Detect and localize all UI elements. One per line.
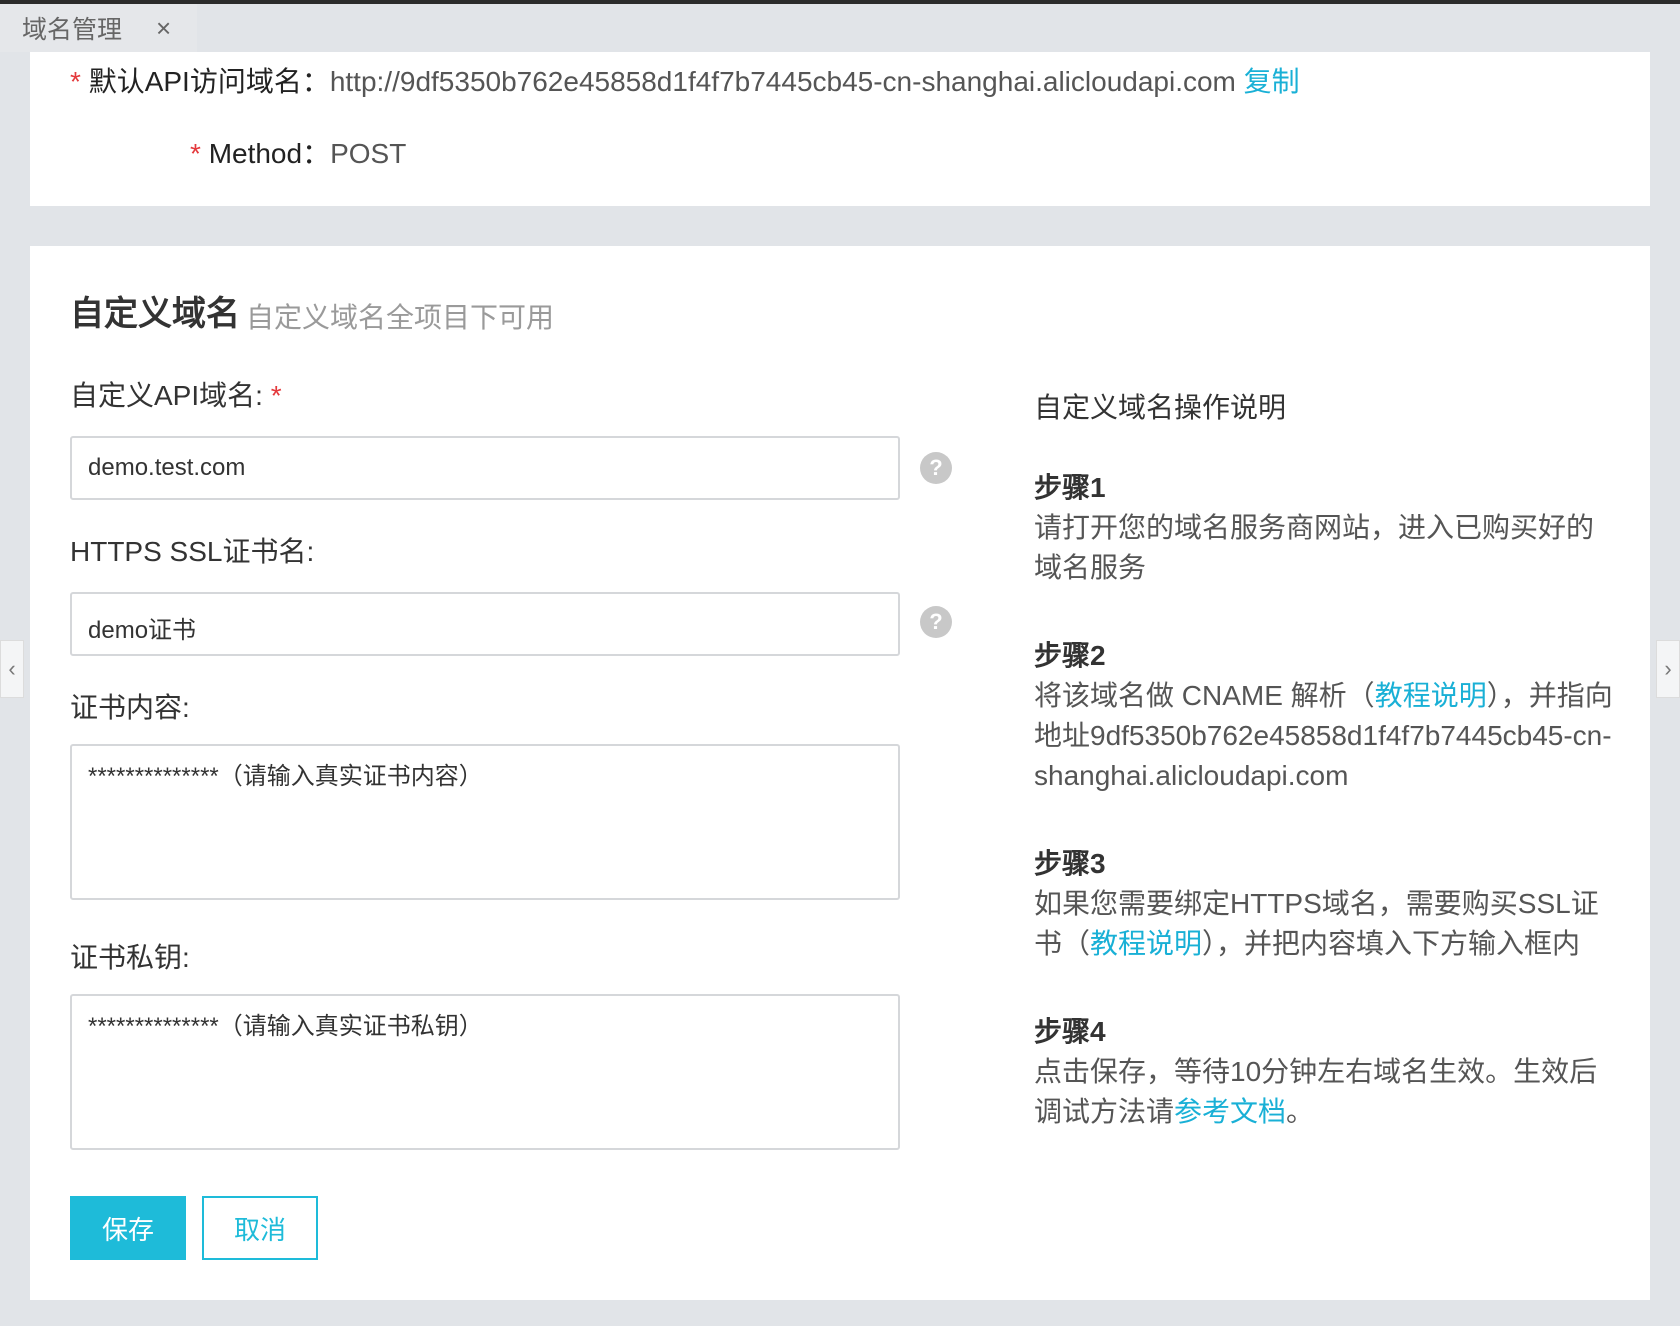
step-title: 步骤1 bbox=[1034, 472, 1106, 503]
api-domain-input[interactable]: demo.test.com bbox=[70, 436, 900, 500]
method-label: Method： bbox=[208, 138, 331, 169]
ssl-name-value: demo证书 bbox=[88, 617, 197, 644]
section-subtitle: 自定义域名全项目下可用 bbox=[246, 302, 555, 333]
tutorial-link[interactable]: 教程说明 bbox=[1375, 680, 1487, 711]
step-title: 步骤2 bbox=[1034, 640, 1106, 671]
default-api-label: 默认API访问域名： bbox=[88, 66, 330, 97]
reference-doc-link[interactable]: 参考文档 bbox=[1174, 1096, 1286, 1127]
ssl-name-input[interactable]: demo证书 bbox=[70, 592, 900, 656]
api-domain-label: 自定义API域名: bbox=[70, 380, 263, 411]
method-value: POST bbox=[330, 138, 407, 169]
default-domain-card: * 默认API访问域名：http://9df5350b762e45858d1f4… bbox=[30, 52, 1650, 206]
step-title: 步骤3 bbox=[1034, 848, 1106, 879]
copy-link[interactable]: 复制 bbox=[1244, 66, 1300, 97]
tab-label: 域名管理 bbox=[22, 16, 123, 44]
chevron-left-icon[interactable]: ‹ bbox=[0, 640, 24, 698]
guide-title: 自定义域名操作说明 bbox=[1034, 392, 1287, 423]
cert-content-textarea[interactable]: **************（请输入真实证书内容） bbox=[70, 744, 900, 900]
ssl-name-label: HTTPS SSL证书名: bbox=[70, 536, 315, 567]
help-icon[interactable]: ? bbox=[920, 606, 952, 638]
api-domain-label-row: 自定义API域名: * bbox=[70, 374, 282, 414]
method-row: * Method：POST bbox=[190, 132, 406, 172]
cert-content-label: 证书内容: bbox=[70, 692, 190, 723]
guide-step-4: 步骤4 点击保存，等待10分钟左右域名生效。生效后调试方法请参考文档。 bbox=[1034, 1012, 1614, 1132]
default-api-row: * 默认API访问域名：http://9df5350b762e45858d1f4… bbox=[70, 60, 1300, 100]
step-text: 如果您需要绑定HTTPS域名，需要购买SSL证书（教程说明），并把内容填入下方输… bbox=[1034, 884, 1614, 964]
chevron-right-icon[interactable]: › bbox=[1656, 640, 1680, 698]
required-mark: * bbox=[190, 138, 201, 169]
api-domain-value: demo.test.com bbox=[88, 454, 246, 481]
tutorial-link[interactable]: 教程说明 bbox=[1090, 928, 1202, 959]
cert-key-label: 证书私钥: bbox=[70, 942, 190, 973]
step-text: 请打开您的域名服务商网站，进入已购买好的域名服务 bbox=[1034, 512, 1595, 583]
top-border bbox=[0, 0, 1680, 4]
close-icon[interactable]: × bbox=[156, 14, 171, 42]
custom-domain-card: 自定义域名 自定义域名全项目下可用 自定义API域名: * demo.test.… bbox=[30, 246, 1650, 1300]
save-button[interactable]: 保存 bbox=[70, 1196, 186, 1260]
cert-key-value: **************（请输入真实证书私钥） bbox=[88, 1013, 483, 1040]
step-text: 将该域名做 CNAME 解析（教程说明），并指向地址9df5350b762e45… bbox=[1034, 676, 1614, 796]
help-icon[interactable]: ? bbox=[920, 452, 952, 484]
guide-step-1: 步骤1 请打开您的域名服务商网站，进入已购买好的域名服务 bbox=[1034, 468, 1614, 588]
step-text-before: 点击保存，等待10分钟左右域名生效。生效后调试方法请 bbox=[1034, 1056, 1598, 1127]
cancel-button[interactable]: 取消 bbox=[202, 1196, 318, 1260]
step-text-after: 。 bbox=[1286, 1096, 1315, 1127]
section-title: 自定义域名 bbox=[70, 295, 240, 333]
tab-domain-management[interactable]: 域名管理 × bbox=[0, 4, 197, 52]
required-mark: * bbox=[70, 66, 81, 97]
guide-step-2: 步骤2 将该域名做 CNAME 解析（教程说明），并指向地址9df5350b76… bbox=[1034, 636, 1614, 796]
step-text-after: ），并把内容填入下方输入框内 bbox=[1202, 928, 1581, 959]
required-mark: * bbox=[270, 380, 282, 411]
step-text-before: 将该域名做 CNAME 解析（ bbox=[1034, 680, 1375, 711]
cert-content-value: **************（请输入真实证书内容） bbox=[88, 763, 483, 790]
step-title: 步骤4 bbox=[1034, 1016, 1106, 1047]
cert-key-textarea[interactable]: **************（请输入真实证书私钥） bbox=[70, 994, 900, 1150]
guide-step-3: 步骤3 如果您需要绑定HTTPS域名，需要购买SSL证书（教程说明），并把内容填… bbox=[1034, 844, 1614, 964]
step-text: 点击保存，等待10分钟左右域名生效。生效后调试方法请参考文档。 bbox=[1034, 1052, 1614, 1132]
default-api-value: http://9df5350b762e45858d1f4f7b7445cb45-… bbox=[329, 66, 1236, 97]
